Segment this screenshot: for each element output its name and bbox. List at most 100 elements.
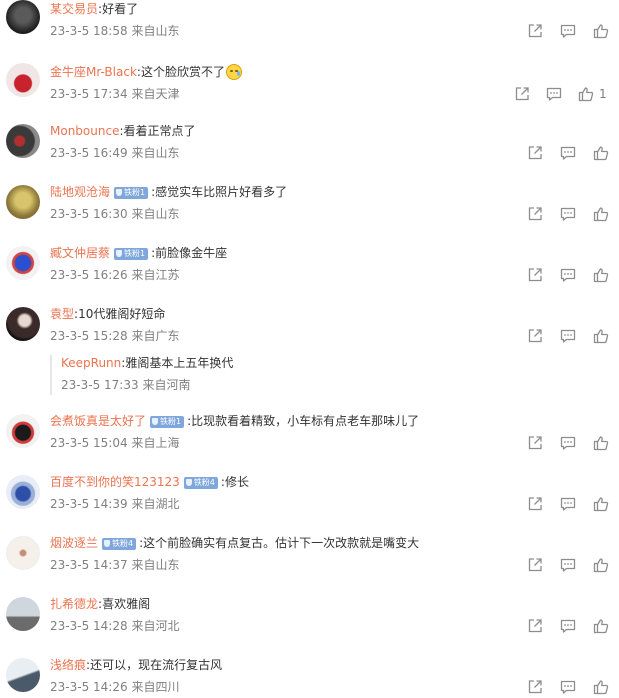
comment-username[interactable]: 百度不到你的笑123123	[50, 475, 180, 489]
comment-item: 烟波逐兰 铁粉4:这个前脸确实有点复古。估计下一次改款就是嘴变大 23-3-5 1…	[0, 534, 619, 590]
comment-icon[interactable]	[559, 678, 577, 696]
reply-username[interactable]: KeepRunn	[61, 356, 121, 370]
comment-username[interactable]: 陆地观沧海	[50, 185, 110, 199]
comment-location: 来自山东	[131, 207, 180, 221]
shield-icon	[116, 189, 123, 196]
comment-username[interactable]: Monbounce	[50, 124, 119, 138]
comment-icon[interactable]	[559, 205, 577, 223]
shield-icon	[185, 479, 192, 486]
avatar[interactable]	[6, 597, 40, 631]
comment-text: 好看了	[102, 2, 139, 16]
forward-icon[interactable]	[526, 327, 544, 345]
comment-text: 10代雅阁好短命	[78, 307, 166, 321]
forward-icon[interactable]	[526, 678, 544, 696]
like-icon[interactable]	[592, 144, 610, 162]
comment-location: 来自山东	[131, 558, 180, 572]
fan-badge[interactable]: 铁粉1	[114, 248, 149, 260]
forward-icon[interactable]	[526, 617, 544, 635]
comment-username[interactable]: 扎希德龙	[50, 597, 98, 611]
avatar[interactable]	[6, 63, 40, 97]
avatar[interactable]	[6, 124, 40, 158]
comment-time: 23-3-5 16:26	[50, 268, 128, 282]
comment-text: 看着正常点了	[123, 124, 196, 138]
like-icon[interactable]	[592, 678, 610, 696]
comment-text: 喜欢雅阁	[102, 597, 151, 611]
avatar[interactable]	[6, 475, 40, 509]
comment-item: 扎希德龙:喜欢雅阁 23-3-5 14:28 来自河北	[0, 595, 619, 651]
comment-username[interactable]: 会煮饭真是太好了	[50, 414, 146, 428]
comment-item: Monbounce:看着正常点了 23-3-5 16:49 来自山东	[0, 122, 619, 178]
like-icon[interactable]	[592, 205, 610, 223]
comment-list: 某交易员:好看了 23-3-5 18:58 来自山东 金牛座Mr-Black:这…	[0, 0, 619, 698]
comment-location: 来自湖北	[131, 497, 180, 511]
avatar[interactable]	[6, 414, 40, 448]
fan-badge[interactable]: 铁粉4	[102, 538, 137, 550]
comment-icon[interactable]	[559, 617, 577, 635]
comment-time: 23-3-5 18:58	[50, 24, 128, 38]
comment-username[interactable]: 烟波逐兰	[50, 536, 98, 550]
like-icon[interactable]	[592, 327, 610, 345]
comment-location: 来自江苏	[131, 268, 180, 282]
like-icon[interactable]	[592, 617, 610, 635]
shield-icon	[116, 250, 123, 257]
forward-icon[interactable]	[526, 22, 544, 40]
comment-item: 袁型:10代雅阁好短命 23-3-5 15:28 来自广东 KeepRunn:雅…	[0, 305, 619, 405]
comment-item: 某交易员:好看了 23-3-5 18:58 来自山东	[0, 0, 619, 52]
reply-text: 雅阁基本上五年换代	[125, 356, 234, 370]
forward-icon[interactable]	[526, 556, 544, 574]
sweat-emoji-icon	[225, 64, 242, 80]
forward-icon[interactable]	[526, 266, 544, 284]
comment-time: 23-3-5 14:26	[50, 680, 128, 694]
comment-username[interactable]: 浅络痕	[50, 658, 86, 672]
comment-icon[interactable]	[559, 495, 577, 513]
forward-icon[interactable]	[513, 85, 531, 103]
avatar[interactable]	[6, 658, 40, 692]
comment-item: 臧文仲居蔡 铁粉1:前脸像金牛座 23-3-5 16:26 来自江苏	[0, 244, 619, 300]
like-icon[interactable]	[592, 266, 610, 284]
shield-icon	[152, 418, 159, 425]
comment-location: 来自山东	[131, 24, 180, 38]
forward-icon[interactable]	[526, 205, 544, 223]
reply-time: 23-3-5 17:33	[61, 378, 139, 392]
comment-icon[interactable]	[545, 85, 563, 103]
comment-time: 23-3-5 16:49	[50, 146, 128, 160]
forward-icon[interactable]	[526, 434, 544, 452]
like-icon[interactable]	[592, 495, 610, 513]
shield-icon	[104, 540, 111, 547]
comment-icon[interactable]	[559, 327, 577, 345]
comment-time: 23-3-5 15:04	[50, 436, 128, 450]
comment-icon[interactable]	[559, 434, 577, 452]
like-icon[interactable]	[592, 434, 610, 452]
avatar[interactable]	[6, 0, 40, 34]
comment-username[interactable]: 臧文仲居蔡	[50, 246, 110, 260]
like-count: 1	[599, 87, 607, 101]
comment-icon[interactable]	[559, 266, 577, 284]
comment-item: 百度不到你的笑123123 铁粉4:修长 23-3-5 14:39 来自湖北	[0, 473, 619, 529]
comment-username[interactable]: 袁型	[50, 307, 74, 321]
avatar[interactable]	[6, 185, 40, 219]
avatar[interactable]	[6, 246, 40, 280]
fan-badge[interactable]: 铁粉4	[183, 477, 218, 489]
comment-location: 来自山东	[131, 146, 180, 160]
comment-icon[interactable]	[559, 556, 577, 574]
like-icon[interactable]	[592, 22, 610, 40]
comment-time: 23-3-5 14:28	[50, 619, 128, 633]
fan-badge[interactable]: 铁粉1	[150, 416, 185, 428]
comment-icon[interactable]	[559, 144, 577, 162]
avatar[interactable]	[6, 536, 40, 570]
forward-icon[interactable]	[526, 144, 544, 162]
comment-time: 23-3-5 15:28	[50, 329, 128, 343]
comment-location: 来自四川	[131, 680, 180, 694]
comment-username[interactable]: 某交易员	[50, 2, 98, 16]
comment-text: 修长	[224, 475, 249, 489]
like-icon[interactable]	[577, 85, 595, 103]
like-icon[interactable]	[592, 556, 610, 574]
comment-username[interactable]: 金牛座Mr-Black	[50, 65, 137, 79]
forward-icon[interactable]	[526, 495, 544, 513]
fan-badge[interactable]: 铁粉1	[114, 187, 149, 199]
avatar[interactable]	[6, 307, 40, 341]
comment-icon[interactable]	[559, 22, 577, 40]
comment-text: 前脸像金牛座	[155, 246, 228, 260]
comment-item: 金牛座Mr-Black:这个脸欣赏不了 23-3-5 17:34 来自天津 1	[0, 60, 619, 120]
comment-time: 23-3-5 16:30	[50, 207, 128, 221]
